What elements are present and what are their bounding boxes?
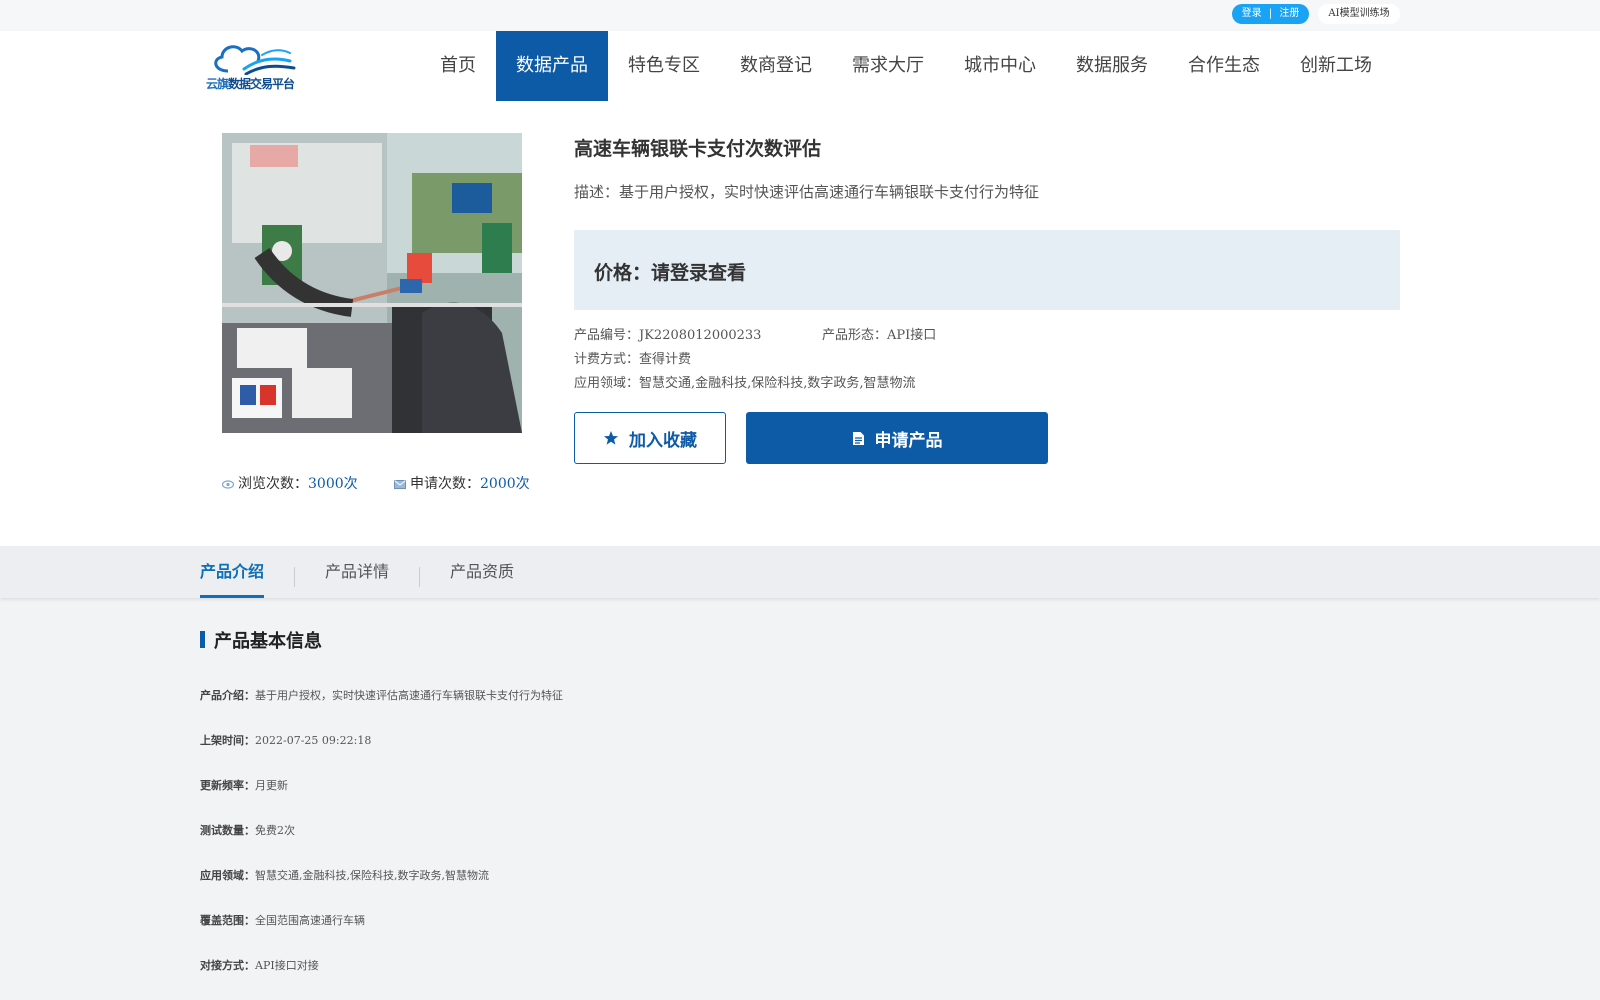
- product-domain: 应用领域：智慧交通,金融科技,保险科技,数字政务,智慧物流: [574, 376, 916, 391]
- info-key: 覆盖范围：: [200, 914, 255, 927]
- views-stat: 浏览次数：3000次: [222, 473, 358, 493]
- tab-product-qualification[interactable]: 产品资质: [450, 546, 514, 598]
- auth-pill: 登录 | 注册: [1232, 4, 1309, 24]
- applies-label: 申请次数：: [410, 476, 480, 492]
- applies-value: 2000次: [480, 476, 530, 492]
- ai-training-link[interactable]: AI模型训练场: [1318, 4, 1400, 24]
- section-title-marker: [200, 631, 205, 648]
- nav-item-demand-hall[interactable]: 需求大厅: [832, 31, 944, 101]
- cloud-logo-icon: [214, 45, 296, 75]
- logo-text-platform: 数据交易平台: [228, 77, 295, 91]
- envelope-icon: [394, 479, 406, 489]
- tab-divider: [294, 567, 295, 587]
- nav-item-featured[interactable]: 特色专区: [608, 31, 720, 101]
- nav-item-ecosystem[interactable]: 合作生态: [1168, 31, 1280, 101]
- site-header: 云旗数据交易平台 首页 数据产品 特色专区 数商登记 需求大厅 城市中心 数据服…: [0, 31, 1600, 101]
- add-favorite-label: 加入收藏: [629, 430, 697, 451]
- logo-text-brand: 云旗: [206, 77, 229, 91]
- views-label: 浏览次数：: [238, 476, 308, 492]
- active-tab-underline: [200, 595, 264, 598]
- info-value: API接口对接: [255, 959, 319, 972]
- register-link[interactable]: 注册: [1279, 8, 1299, 19]
- info-value: 全国范围高速通行车辆: [255, 914, 365, 927]
- info-row: 测试数量：免费2次: [200, 822, 295, 838]
- info-key: 产品介绍：: [200, 689, 255, 702]
- info-key: 对接方式：: [200, 959, 255, 972]
- document-icon: [852, 431, 865, 446]
- info-value: 免费2次: [255, 824, 295, 837]
- info-key: 更新频率：: [200, 779, 255, 792]
- info-value: 智慧交通,金融科技,保险科技,数字政务,智慧物流: [255, 869, 489, 882]
- product-description: 描述：基于用户授权，实时快速评估高速通行车辆银联卡支付行为特征: [574, 183, 1040, 201]
- add-favorite-button[interactable]: 加入收藏: [574, 412, 726, 464]
- toll-booth-photo-icon: [222, 133, 522, 433]
- price-box: 价格：请登录查看: [574, 230, 1400, 310]
- section-title: 产品基本信息: [214, 631, 322, 652]
- info-value: 月更新: [255, 779, 288, 792]
- nav-item-city-center[interactable]: 城市中心: [944, 31, 1056, 101]
- info-row: 覆盖范围：全国范围高速通行车辆: [200, 912, 365, 928]
- price-text: 价格：请登录查看: [594, 262, 747, 284]
- main-nav: 首页 数据产品 特色专区 数商登记 需求大厅 城市中心 数据服务 合作生态 创新…: [420, 31, 1392, 101]
- info-row: 更新频率：月更新: [200, 777, 288, 793]
- nav-item-home[interactable]: 首页: [420, 31, 496, 101]
- nav-item-innovation[interactable]: 创新工场: [1280, 31, 1392, 101]
- info-value: 基于用户授权，实时快速评估高速通行车辆银联卡支付行为特征: [255, 689, 563, 702]
- product-card: 浏览次数：3000次 申请次数：2000次 高速车辆银联卡支付次数评估 描述：基…: [0, 101, 1600, 546]
- nav-item-data-services[interactable]: 数据服务: [1056, 31, 1168, 101]
- tab-product-details[interactable]: 产品详情: [325, 546, 389, 598]
- product-title: 高速车辆银联卡支付次数评估: [574, 138, 822, 160]
- login-link[interactable]: 登录: [1242, 8, 1262, 19]
- eye-icon: [222, 479, 234, 489]
- product-tabs: 产品介绍 产品详情 产品资质: [0, 546, 1600, 598]
- auth-separator: |: [1268, 8, 1273, 19]
- top-bar: 登录 | 注册 AI模型训练场: [0, 0, 1600, 31]
- info-row: 产品介绍：基于用户授权，实时快速评估高速通行车辆银联卡支付行为特征: [200, 687, 563, 703]
- info-row: 对接方式：API接口对接: [200, 957, 319, 973]
- info-value: 2022-07-25 09:22:18: [255, 734, 372, 747]
- applies-stat: 申请次数：2000次: [394, 473, 530, 493]
- info-key: 应用领域：: [200, 869, 255, 882]
- tab-product-intro[interactable]: 产品介绍: [200, 546, 264, 598]
- site-logo[interactable]: 云旗数据交易平台: [206, 41, 300, 93]
- logo-text: 云旗数据交易平台: [206, 75, 295, 92]
- nav-item-data-products[interactable]: 数据产品: [496, 31, 608, 101]
- star-icon: [603, 430, 619, 446]
- product-form: 产品形态：API接口: [822, 328, 937, 343]
- info-row: 应用领域：智慧交通,金融科技,保险科技,数字政务,智慧物流: [200, 867, 489, 883]
- product-code: 产品编号：JK2208012000233: [574, 328, 762, 343]
- tab-divider: [419, 567, 420, 587]
- nav-item-merchant-registration[interactable]: 数商登记: [720, 31, 832, 101]
- info-key: 上架时间：: [200, 734, 255, 747]
- product-image: [222, 133, 522, 433]
- apply-product-label: 申请产品: [874, 430, 943, 451]
- product-billing: 计费方式：查得计费: [574, 352, 692, 367]
- apply-product-button[interactable]: 申请产品: [746, 412, 1048, 464]
- views-value: 3000次: [308, 476, 358, 492]
- info-key: 测试数量：: [200, 824, 255, 837]
- info-row: 上架时间：2022-07-25 09:22:18: [200, 732, 371, 748]
